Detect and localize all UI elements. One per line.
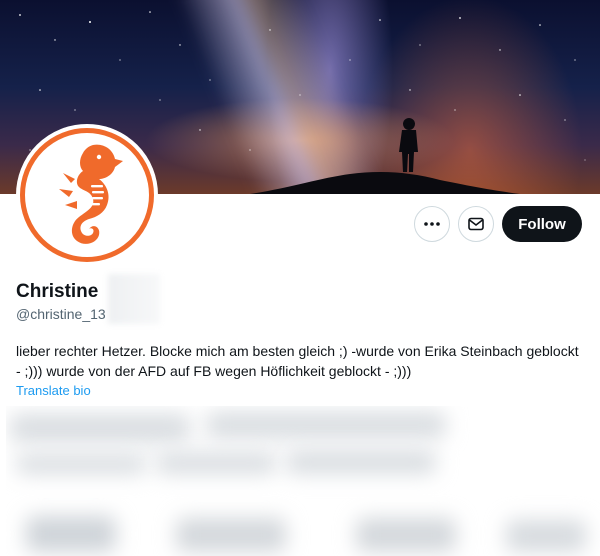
- more-options-button[interactable]: [414, 206, 450, 242]
- redacted-content-area: [6, 406, 600, 556]
- user-handle: @christine_13: [16, 306, 106, 322]
- more-horizontal-icon: [424, 222, 440, 226]
- seahorse-icon: [59, 144, 123, 244]
- translate-bio-link[interactable]: Translate bio: [16, 383, 91, 398]
- profile-bio: lieber rechter Hetzer. Blocke mich am be…: [16, 343, 579, 379]
- avatar[interactable]: [16, 124, 158, 266]
- follow-button[interactable]: Follow: [502, 206, 582, 242]
- envelope-icon: [468, 217, 484, 231]
- display-name: Christine: [16, 281, 99, 302]
- redacted-name-area: [108, 274, 160, 324]
- message-button[interactable]: [458, 206, 494, 242]
- seahorse-logo: [20, 128, 154, 262]
